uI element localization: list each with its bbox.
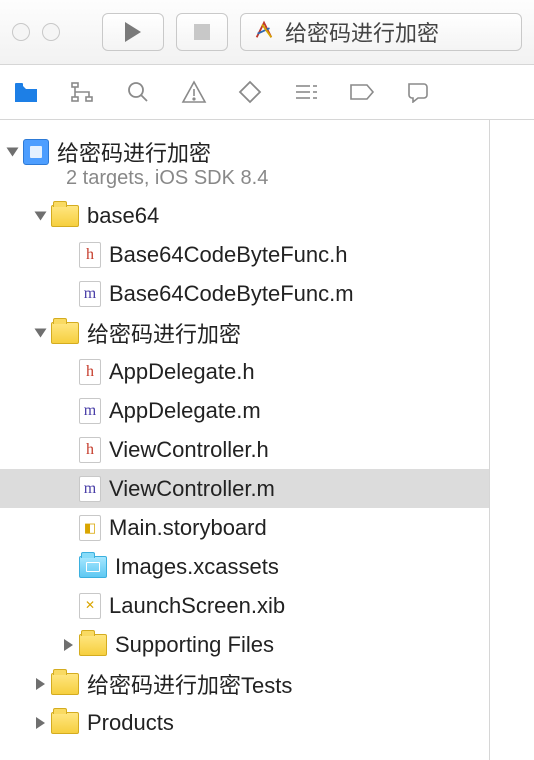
disclosure-triangle-icon[interactable] <box>36 717 45 729</box>
disclosure-triangle-icon[interactable] <box>7 147 19 156</box>
project-subtitle: 2 targets, iOS SDK 8.4 <box>66 167 489 190</box>
tree-file[interactable]: h ViewController.h <box>0 430 489 469</box>
tree-item-label: AppDelegate.m <box>109 398 261 424</box>
tree-group[interactable]: Products <box>0 703 489 742</box>
breakpoint-navigator-tab[interactable] <box>348 78 376 106</box>
tree-file[interactable]: m AppDelegate.m <box>0 391 489 430</box>
tree-item-label: ViewController.h <box>109 437 269 463</box>
tree-file[interactable]: m Base64CodeByteFunc.m <box>0 274 489 313</box>
folder-icon <box>51 673 79 695</box>
tree-group[interactable]: 给密码进行加密 <box>0 313 489 352</box>
tree-group[interactable]: Supporting Files <box>0 625 489 664</box>
xib-icon: ✕ <box>79 593 101 619</box>
find-navigator-tab[interactable] <box>124 78 152 106</box>
tree-file[interactable]: ✕ LaunchScreen.xib <box>0 586 489 625</box>
test-navigator-tab[interactable] <box>236 78 264 106</box>
project-icon <box>23 139 49 165</box>
report-navigator-tab[interactable] <box>404 78 432 106</box>
window-controls <box>12 23 60 41</box>
tree-item-label: Base64CodeByteFunc.m <box>109 281 354 307</box>
play-icon <box>125 22 141 42</box>
scheme-selector[interactable]: 给密码进行加密 <box>240 13 522 51</box>
tree-item-label: ViewController.m <box>109 476 275 502</box>
folder-icon <box>79 634 107 656</box>
tree-file[interactable]: ◧ Main.storyboard <box>0 508 489 547</box>
sb-icon: ◧ <box>79 515 101 541</box>
symbol-navigator-tab[interactable] <box>68 78 96 106</box>
tree-item-label: Supporting Files <box>115 632 274 658</box>
scheme-label: 给密码进行加密 <box>285 16 439 48</box>
tree-file[interactable]: h Base64CodeByteFunc.h <box>0 235 489 274</box>
tree-item-label: Images.xcassets <box>115 554 279 580</box>
m-icon: m <box>79 281 101 307</box>
issue-navigator-tab[interactable] <box>180 78 208 106</box>
tree-group[interactable]: 给密码进行加密Tests <box>0 664 489 703</box>
window-minimize-button[interactable] <box>42 23 60 41</box>
debug-navigator-tab[interactable] <box>292 78 320 106</box>
disclosure-triangle-icon[interactable] <box>36 678 45 690</box>
titlebar-toolbar: 给密码进行加密 <box>0 0 534 65</box>
project-navigator[interactable]: 给密码进行加密2 targets, iOS SDK 8.4base64hBase… <box>0 120 490 760</box>
m-icon: m <box>79 476 101 502</box>
m-icon: m <box>79 398 101 424</box>
folder-icon <box>51 322 79 344</box>
tree-group[interactable]: base64 <box>0 196 489 235</box>
h-icon: h <box>79 242 101 268</box>
tree-item-label: LaunchScreen.xib <box>109 593 285 619</box>
tree-file[interactable]: Images.xcassets <box>0 547 489 586</box>
window-close-button[interactable] <box>12 23 30 41</box>
editor-area <box>490 120 534 760</box>
disclosure-triangle-icon[interactable] <box>35 211 47 220</box>
h-icon: h <box>79 359 101 385</box>
tree-item-label: 给密码进行加密 <box>87 317 241 349</box>
run-button[interactable] <box>102 13 164 51</box>
xcassets-icon <box>79 556 107 578</box>
tree-file[interactable]: m ViewController.m <box>0 469 489 508</box>
tree-group[interactable]: 给密码进行加密 <box>0 132 489 171</box>
folder-icon <box>51 205 79 227</box>
tree-item-label: AppDelegate.h <box>109 359 255 385</box>
navigator-selector-bar <box>0 65 534 120</box>
app-icon <box>253 19 275 46</box>
tree-file[interactable]: h AppDelegate.h <box>0 352 489 391</box>
tree-item-label: base64 <box>87 203 159 229</box>
disclosure-triangle-icon[interactable] <box>64 639 73 651</box>
project-navigator-tab[interactable] <box>12 78 40 106</box>
tree-item-label: 给密码进行加密 <box>57 136 211 168</box>
tree-item-label: Base64CodeByteFunc.h <box>109 242 348 268</box>
tree-item-label: Products <box>87 710 174 736</box>
tree-item-label: Main.storyboard <box>109 515 267 541</box>
stop-icon <box>194 24 210 40</box>
folder-icon <box>51 712 79 734</box>
tree-item-label: 给密码进行加密Tests <box>87 668 292 700</box>
disclosure-triangle-icon[interactable] <box>35 328 47 337</box>
h-icon: h <box>79 437 101 463</box>
stop-button[interactable] <box>176 13 228 51</box>
